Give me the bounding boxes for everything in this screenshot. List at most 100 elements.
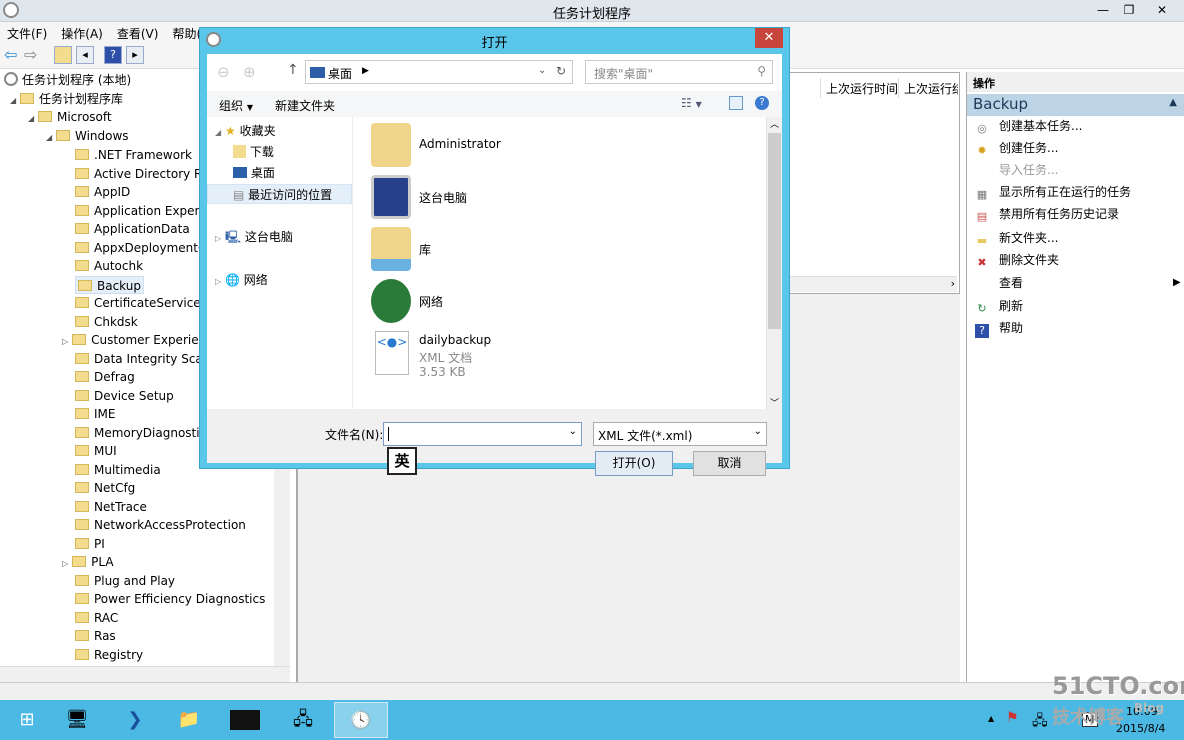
tree-horizontal-scrollbar[interactable] <box>0 666 290 682</box>
dialog-bottom: 文件名(N): ⌄ XML 文件(*.xml) ⌄ 英 打开(O) 取消 <box>207 409 782 476</box>
action-help[interactable]: ? 帮助 <box>975 318 1023 338</box>
powershell-icon[interactable]: ❯ <box>108 702 162 738</box>
maximize-button[interactable]: ❐ <box>1116 0 1142 20</box>
address-desktop[interactable]: 桌面 <box>328 65 352 82</box>
tree-item-appxdeploymentcl[interactable]: AppxDeploymentCl <box>75 239 210 257</box>
tree-item-multimedia[interactable]: Multimedia <box>75 461 161 479</box>
file-item-network[interactable]: 网络 <box>371 279 771 327</box>
tree-item-power-efficiency-diagnostics[interactable]: Power Efficiency Diagnostics <box>75 590 265 608</box>
close-button[interactable]: ✕ <box>1142 0 1182 20</box>
tree-item-rac[interactable]: RAC <box>75 609 118 627</box>
up-arrow-icon[interactable]: ↑ <box>287 62 299 78</box>
file-size: 3.53 KB <box>419 365 466 379</box>
tree-item-microsoft[interactable]: ◢ Microsoft <box>28 108 112 126</box>
help-icon[interactable]: ? <box>755 96 769 110</box>
command-prompt-icon[interactable] <box>218 702 272 738</box>
show-hide-action-pane-icon[interactable]: ▸ <box>126 46 144 64</box>
view-options-icon[interactable]: ☷ ▼ <box>681 96 702 110</box>
tree-item-registry[interactable]: Registry <box>75 646 143 664</box>
actions-section-backup[interactable]: Backup ▲ <box>967 94 1184 116</box>
nav-downloads[interactable]: 下载 <box>233 142 274 162</box>
action-create-basic-task[interactable]: ◎ 创建基本任务... <box>975 116 1082 136</box>
start-button[interactable]: ⊞ <box>0 702 54 738</box>
tree-item-certificateservicesc[interactable]: CertificateServicesC <box>75 294 215 312</box>
tree-item-netcfg[interactable]: NetCfg <box>75 479 135 497</box>
ime-mode-indicator: 英 <box>387 447 417 475</box>
action-center-flag-icon[interactable]: ⚑ <box>1006 710 1019 726</box>
file-list-scrollbar[interactable]: ︿ ﹀ <box>766 117 782 409</box>
back-icon[interactable]: ⇦ <box>4 45 17 64</box>
show-hide-tree-icon[interactable]: ◂ <box>76 46 94 64</box>
action-refresh[interactable]: ↻ 刷新 <box>975 296 1023 316</box>
tree-item-ime[interactable]: IME <box>75 405 115 423</box>
nav-network[interactable]: ▷ 🌐 网络 <box>215 270 268 290</box>
tree-item-autochk[interactable]: Autochk <box>75 257 143 275</box>
file-item-libraries[interactable]: 库 <box>371 227 771 275</box>
action-running-tasks[interactable]: ▦ 显示所有正在运行的任务 <box>975 182 1131 202</box>
tree-item-mui[interactable]: MUI <box>75 442 117 460</box>
search-input[interactable]: 搜索"桌面" ⚲ <box>585 60 773 84</box>
action-new-folder[interactable]: ▬ 新文件夹... <box>975 228 1059 248</box>
tree-item-windows[interactable]: ◢ Windows <box>46 127 129 145</box>
tree-item-library[interactable]: ◢ 任务计划程序库 <box>10 90 123 108</box>
back-icon[interactable]: ⊖ <box>217 63 230 81</box>
file-item-administrator[interactable]: Administrator <box>371 123 771 171</box>
action-delete[interactable]: ✖ 删除文件夹 <box>975 250 1059 270</box>
tree-item-backup[interactable]: Backup <box>75 275 144 294</box>
network-settings-icon[interactable]: 🖧 <box>276 702 330 738</box>
address-dropdown-icon[interactable]: ⌄ <box>538 65 546 76</box>
open-button[interactable]: 打开(O) <box>595 451 673 476</box>
server-manager-icon[interactable]: 🖥 <box>50 702 104 738</box>
cancel-button[interactable]: 取消 <box>693 451 766 476</box>
dialog-title: 打开 <box>481 36 508 51</box>
action-create-task[interactable]: ✹ 创建任务... <box>975 138 1058 158</box>
organize-button[interactable]: 组织 ▼ <box>219 97 253 114</box>
breadcrumb-arrow-icon[interactable]: ▶ <box>362 66 369 76</box>
filetype-select[interactable]: XML 文件(*.xml) ⌄ <box>593 422 767 446</box>
tree-item-appid[interactable]: AppID <box>75 183 130 201</box>
preview-pane-icon[interactable] <box>729 96 743 110</box>
tree-item-pi[interactable]: PI <box>75 535 105 553</box>
tree-item-customer-experienc[interactable]: ▷ Customer Experienc <box>62 331 213 349</box>
nav-recent-places[interactable]: ▤ 最近访问的位置 <box>207 184 352 204</box>
file-item-dailybackup[interactable]: <●> dailybackup XML 文档 3.53 KB <box>371 331 771 411</box>
minimize-button[interactable]: — <box>1090 0 1116 20</box>
tree-item-application-experie[interactable]: Application Experie <box>75 202 210 220</box>
tree-item-networkaccessprotection[interactable]: NetworkAccessProtection <box>75 516 246 534</box>
dialog-close-button[interactable]: ✕ <box>755 28 783 48</box>
nav-this-pc[interactable]: ▷ 🖳 这台电脑 <box>215 227 293 247</box>
tree-root[interactable]: 任务计划程序 (本地) <box>4 71 131 89</box>
task-scheduler-taskbar-icon[interactable]: 🕓 <box>334 702 388 738</box>
tree-item-device-setup[interactable]: Device Setup <box>75 387 174 405</box>
action-view[interactable]: 查看 ▶ <box>975 273 1181 293</box>
tree-item-data-integrity-scan[interactable]: Data Integrity Scan <box>75 350 210 368</box>
column-header-last-run-time[interactable]: 上次运行时间 <box>820 78 898 98</box>
tree-item-chkdsk[interactable]: Chkdsk <box>75 313 138 331</box>
show-hidden-icons[interactable]: ▲ <box>988 714 994 723</box>
new-folder-button[interactable]: 新建文件夹 <box>275 97 335 114</box>
forward-icon[interactable]: ⊕ <box>243 63 256 81</box>
network-tray-icon[interactable]: 🖧 <box>1032 710 1048 734</box>
tree-item-plug-and-play[interactable]: Plug and Play <box>75 572 175 590</box>
forward-icon[interactable]: ⇨ <box>24 45 37 64</box>
nav-favorites[interactable]: ◢ ★ 收藏夹 <box>215 121 276 141</box>
tree-item-net-framework[interactable]: .NET Framework <box>75 146 192 164</box>
tree-item-pla[interactable]: ▷ PLA <box>62 553 114 571</box>
address-bar[interactable]: 桌面 ▶ ⌄ ↻ <box>305 60 573 84</box>
tree-item-memorydiagnostic[interactable]: MemoryDiagnostic <box>75 424 206 442</box>
refresh-icon[interactable]: ↻ <box>556 64 566 78</box>
help-icon[interactable]: ? <box>104 46 122 64</box>
tree-item-defrag[interactable]: Defrag <box>75 368 135 386</box>
column-header-last-run-result[interactable]: 上次运行结 <box>898 78 958 98</box>
tree-item-active-directory-rig[interactable]: Active Directory Rig <box>75 165 213 183</box>
action-history[interactable]: ▤ 禁用所有任务历史记录 <box>975 204 1119 224</box>
tree-item-applicationdata[interactable]: ApplicationData <box>75 220 190 238</box>
up-folder-icon[interactable] <box>54 46 72 64</box>
file-explorer-icon[interactable]: 📁 <box>162 702 216 738</box>
file-item-this-pc[interactable]: 这台电脑 <box>371 175 771 223</box>
folder-icon <box>75 500 89 512</box>
tree-item-ras[interactable]: Ras <box>75 627 116 645</box>
nav-desktop[interactable]: 桌面 <box>233 163 275 183</box>
tree-item-nettrace[interactable]: NetTrace <box>75 498 147 516</box>
filename-input[interactable]: ⌄ <box>383 422 582 446</box>
